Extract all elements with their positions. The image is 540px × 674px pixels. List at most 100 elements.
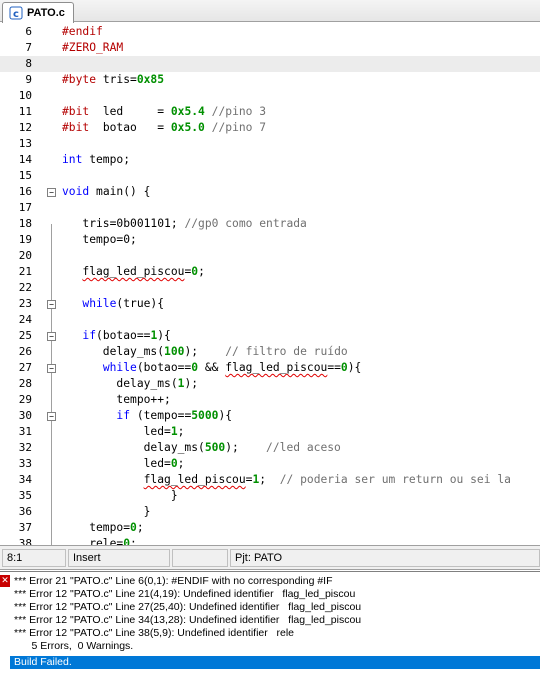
status-empty-cell: [172, 549, 228, 567]
code-text: delay_ms(1);: [62, 376, 198, 392]
code-text: #bit botao = 0x5.0 //pino 7: [62, 120, 266, 136]
insert-mode[interactable]: Insert: [68, 549, 170, 567]
comment: //led aceso: [266, 441, 341, 454]
code-text: tempo=0;: [62, 232, 136, 248]
comment: //pino 7: [204, 121, 267, 134]
code-text: #bit led = 0x5.4 //pino 3: [62, 104, 266, 120]
code-token: tempo=: [62, 521, 131, 534]
code-token: botao =: [89, 121, 171, 134]
code-text: led=1;: [62, 424, 185, 440]
code-token: led =: [89, 105, 171, 118]
code-token: }: [62, 505, 151, 518]
code-text: #byte tris=0x85: [62, 72, 164, 88]
code-editor[interactable]: 6 #endif 7 #ZERO_RAM 8 9 #byte tris=0x85…: [0, 23, 540, 545]
line-number: 11: [18, 105, 32, 118]
code-token: &&: [198, 361, 226, 374]
code-token: (tempo==: [130, 409, 192, 422]
code-line: 19 tempo=0;: [0, 232, 540, 248]
preprocessor: #ZERO_RAM: [62, 41, 124, 54]
keyword: if: [116, 409, 131, 422]
code-token: delay_ms(: [62, 345, 165, 358]
code-text: delay_ms(100); // filtro de ruído: [62, 344, 348, 360]
error-message[interactable]: *** Error 21 "PATO.c" Line 6(0,1): #ENDI…: [14, 575, 333, 588]
code-text: flag_led_piscou=0;: [62, 264, 205, 280]
keyword: int: [62, 153, 83, 166]
fold-toggle-icon[interactable]: −: [47, 188, 56, 197]
code-token: );: [184, 377, 199, 390]
build-result[interactable]: Build Failed.: [10, 656, 540, 669]
number-literal: 0: [170, 457, 178, 470]
line-number: 26: [18, 345, 32, 358]
comment: //pino 3: [204, 105, 267, 118]
fold-toggle-icon[interactable]: −: [47, 332, 56, 341]
code-token: ==: [327, 361, 341, 374]
code-token: ;: [177, 457, 185, 470]
line-number: 20: [18, 249, 32, 262]
line-number: 37: [18, 521, 32, 534]
fold-toggle-icon[interactable]: −: [47, 300, 56, 309]
code-text: while(botao==0 && flag_led_piscou==0){: [62, 360, 362, 376]
code-line-current: 8: [0, 56, 540, 72]
code-text: tempo=0;: [62, 520, 143, 536]
code-text: #ZERO_RAM: [62, 40, 123, 56]
code-line: 9 #byte tris=0x85: [0, 72, 540, 88]
line-number: 6: [25, 25, 32, 38]
code-text: if (tempo==5000){: [62, 408, 232, 424]
error-message[interactable]: *** Error 12 "PATO.c" Line 38(5,9): Unde…: [14, 627, 294, 640]
line-number: 17: [18, 201, 32, 214]
comment: // filtro de ruído: [225, 345, 348, 358]
keyword: while: [82, 297, 117, 310]
error-identifier: flag_led_piscou: [143, 473, 246, 486]
code-text: #endif: [62, 24, 103, 40]
code-text: int tempo;: [62, 152, 130, 168]
tab-pato-c[interactable]: c PATO.c: [2, 2, 74, 23]
code-line: 36 }: [0, 504, 540, 520]
line-number: 32: [18, 441, 32, 454]
keyword: if: [82, 329, 97, 342]
code-text: if(botao==1){: [62, 328, 170, 344]
tab-bar: c PATO.c: [0, 0, 540, 23]
code-token: ;: [198, 265, 205, 278]
code-token: main() {: [89, 185, 151, 198]
number-literal: 0x85: [136, 73, 165, 86]
error-identifier: flag_led_piscou: [225, 361, 328, 374]
line-number: 10: [18, 89, 32, 102]
code-token: delay_ms(: [62, 377, 178, 390]
code-text: tris=0b001101; //gp0 como entrada: [62, 216, 306, 232]
fold-toggle-icon[interactable]: −: [47, 364, 56, 373]
code-token: ;: [259, 473, 280, 486]
line-number: 8: [25, 57, 32, 70]
line-number: 12: [18, 121, 32, 134]
line-number: 29: [18, 393, 32, 406]
error-message[interactable]: *** Error 12 "PATO.c" Line 21(4,19): Und…: [14, 588, 355, 601]
code-line: 10: [0, 88, 540, 104]
code-line: 12 #bit botao = 0x5.0 //pino 7: [0, 120, 540, 136]
code-line: 24: [0, 312, 540, 328]
code-token: ;: [130, 537, 137, 545]
code-line: 33 led=0;: [0, 456, 540, 472]
close-icon[interactable]: ✕: [0, 575, 10, 587]
line-number: 14: [18, 153, 32, 166]
project-name: Pjt: PATO: [230, 549, 540, 567]
line-number: 22: [18, 281, 32, 294]
code-line: 18 tris=0b001101; //gp0 como entrada: [0, 216, 540, 232]
number-literal: 0: [123, 537, 131, 545]
error-message[interactable]: *** Error 12 "PATO.c" Line 34(13,28): Un…: [14, 614, 361, 627]
line-number: 21: [18, 265, 32, 278]
line-number: 15: [18, 169, 32, 182]
line-number: 13: [18, 137, 32, 150]
code-token: tris=0b001101;: [62, 217, 185, 230]
code-line: 27 − while(botao== 0 && flag_led_piscou==…: [0, 360, 540, 376]
number-literal: 0x5.0: [170, 121, 205, 134]
preprocessor: #bit: [62, 121, 90, 134]
error-message[interactable]: *** Error 12 "PATO.c" Line 27(25,40): Un…: [14, 601, 361, 614]
code-line: 16 − void main() {: [0, 184, 540, 200]
line-number: 35: [18, 489, 32, 502]
fold-toggle-icon[interactable]: −: [47, 412, 56, 421]
code-token: tris=: [96, 73, 137, 86]
code-text: delay_ms(500); //led aceso: [62, 440, 341, 456]
code-token: (botao==: [96, 329, 151, 342]
